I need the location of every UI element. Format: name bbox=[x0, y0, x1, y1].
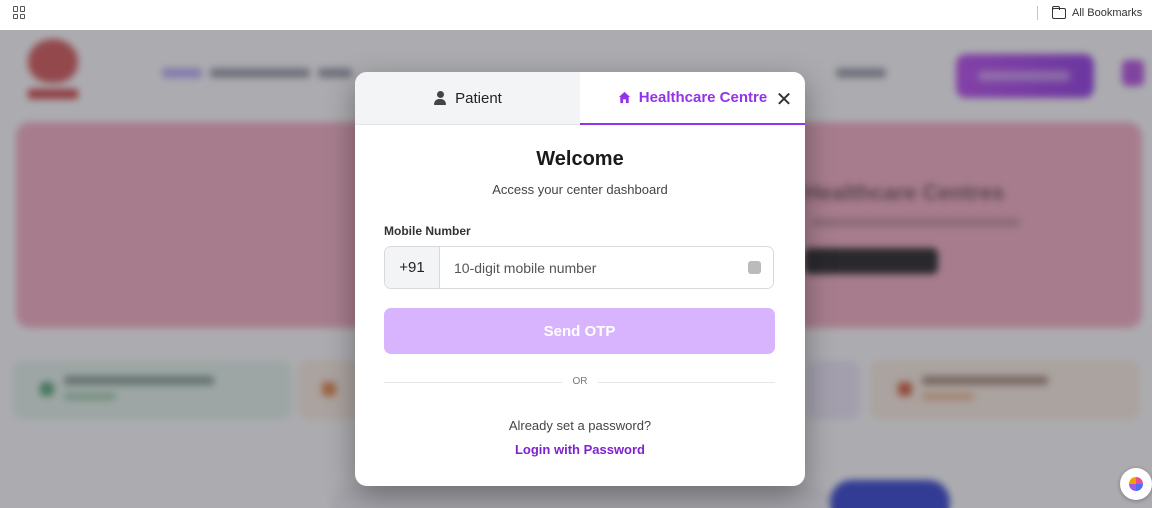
login-modal: Patient Healthcare Centre ✕ Welcome Acce… bbox=[355, 72, 805, 486]
close-button[interactable]: ✕ bbox=[773, 88, 795, 111]
country-code: +91 bbox=[385, 247, 440, 288]
bookmarks-bar: All Bookmarks bbox=[0, 0, 1152, 30]
tab-patient-label: Patient bbox=[455, 89, 502, 107]
tab-healthcare-centre[interactable]: Healthcare Centre bbox=[580, 72, 805, 125]
all-bookmarks-label: All Bookmarks bbox=[1072, 7, 1143, 19]
or-text: OR bbox=[562, 376, 598, 387]
tab-healthcare-centre-label: Healthcare Centre bbox=[638, 89, 768, 106]
page-background: Healthcare Centres Patient Healthcare Ce… bbox=[0, 30, 1152, 508]
brain-icon bbox=[1129, 477, 1143, 491]
send-otp-button[interactable]: Send OTP bbox=[384, 308, 775, 354]
mobile-number-group: +91 bbox=[384, 246, 774, 289]
apps-grid-icon[interactable] bbox=[13, 6, 26, 19]
mobile-number-input[interactable] bbox=[440, 247, 773, 288]
person-icon bbox=[433, 91, 447, 105]
already-set-password-text: Already set a password? bbox=[508, 418, 652, 433]
mobile-number-label: Mobile Number bbox=[384, 224, 471, 238]
bookmarks-separator bbox=[1037, 6, 1038, 20]
folder-icon bbox=[1051, 5, 1066, 19]
tab-patient[interactable]: Patient bbox=[355, 72, 580, 125]
modal-subtitle: Access your center dashboard bbox=[492, 182, 668, 197]
autofill-key-icon[interactable] bbox=[748, 261, 761, 274]
home-icon bbox=[618, 91, 630, 104]
modal-title: Welcome bbox=[536, 148, 624, 170]
assistant-brain-button[interactable] bbox=[1120, 468, 1152, 500]
login-with-password-link[interactable]: Login with Password bbox=[355, 442, 805, 457]
role-tabs: Patient Healthcare Centre bbox=[355, 72, 805, 125]
all-bookmarks-button[interactable]: All Bookmarks bbox=[1051, 4, 1143, 22]
